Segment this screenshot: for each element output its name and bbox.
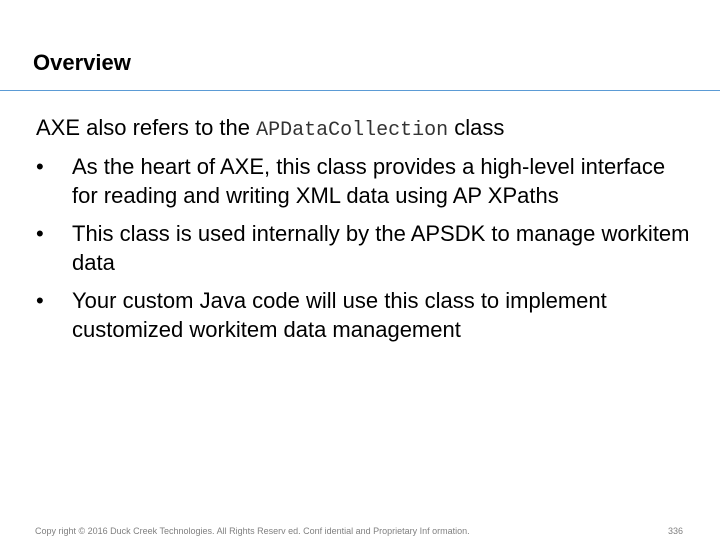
intro-suffix: class bbox=[454, 115, 505, 140]
bullet-text: As the heart of AXE, this class provides… bbox=[72, 154, 666, 208]
slide-body: AXE also refers to the APDataCollection … bbox=[36, 113, 696, 353]
bullet-item: • As the heart of AXE, this class provid… bbox=[36, 152, 696, 210]
bullet-text: Your custom Java code will use this clas… bbox=[72, 288, 607, 342]
intro-paragraph: AXE also refers to the APDataCollection … bbox=[36, 113, 696, 145]
page-number: 336 bbox=[667, 526, 683, 536]
bullet-list: • As the heart of AXE, this class provid… bbox=[36, 152, 696, 344]
bullet-item: • Your custom Java code will use this cl… bbox=[36, 286, 696, 344]
bullet-icon: • bbox=[36, 221, 44, 246]
bullet-text: This class is used internally by the APS… bbox=[72, 221, 690, 275]
bullet-icon: • bbox=[36, 154, 44, 179]
class-name-code: APDataCollection bbox=[256, 119, 449, 142]
bullet-icon: • bbox=[36, 288, 44, 313]
intro-prefix: AXE also refers to the bbox=[36, 115, 250, 140]
slide-title: Overview bbox=[33, 50, 131, 75]
slide: Overview AXE also refers to the APDataCo… bbox=[0, 0, 720, 540]
title-divider bbox=[0, 90, 720, 91]
bullet-item: • This class is used internally by the A… bbox=[36, 219, 696, 277]
copyright-footer: Copy right © 2016 Duck Creek Technologie… bbox=[35, 526, 470, 536]
